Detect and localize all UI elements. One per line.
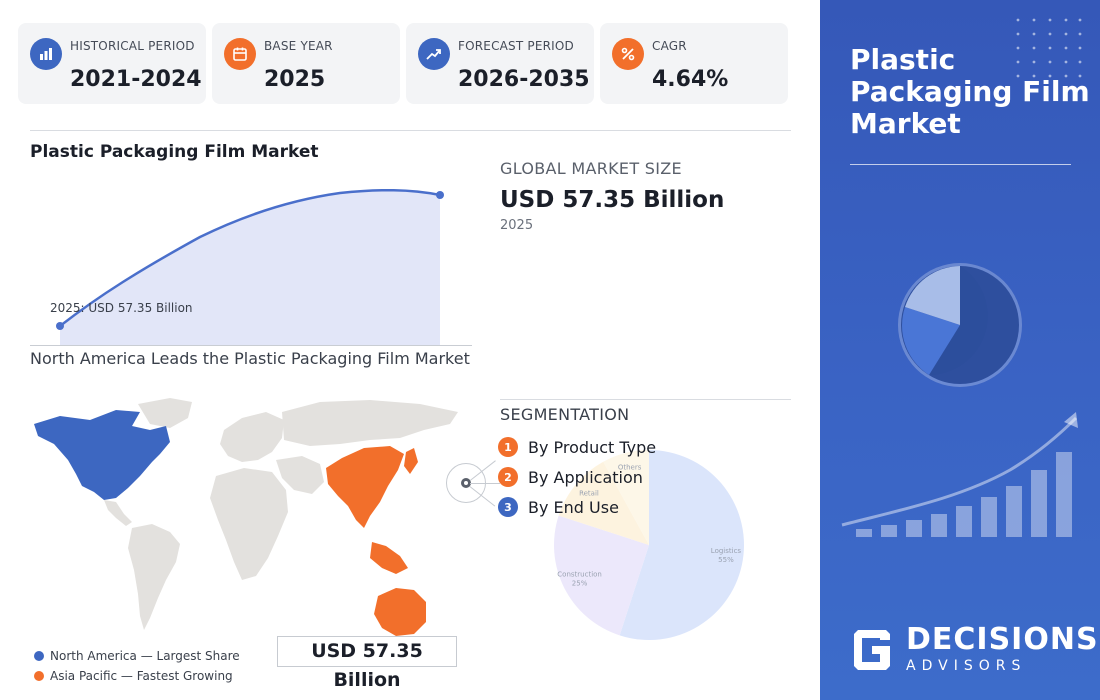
side-panel: Plastic Packaging Film Market DECISIONS bbox=[820, 0, 1100, 700]
chart-baseline bbox=[30, 345, 472, 346]
stat-card-base-year: BASE YEAR 2025 bbox=[212, 23, 400, 104]
bar-chart-icon bbox=[30, 38, 62, 70]
map-title: North America Leads the Plastic Packagin… bbox=[30, 349, 470, 368]
logo-word-primary: DECISIONS bbox=[906, 622, 1099, 657]
legend-label: North America — Largest Share bbox=[50, 649, 240, 663]
panel-title: Plastic Packaging Film Market bbox=[850, 43, 1090, 140]
stat-label: BASE YEAR bbox=[264, 39, 333, 53]
map-region-north-asia bbox=[282, 400, 458, 446]
map-legend-north-america: North America — Largest Share bbox=[34, 649, 240, 663]
trend-up-icon bbox=[418, 38, 450, 70]
stat-label: FORECAST PERIOD bbox=[458, 39, 574, 53]
map-region-japan bbox=[404, 448, 418, 474]
logo-word-secondary: ADVISORS bbox=[906, 658, 1027, 674]
stat-value: 2021-2024 bbox=[70, 67, 202, 92]
segment-application[interactable]: 2 By Application bbox=[498, 467, 643, 487]
chart-annotation: 2025: USD 57.35 Billion bbox=[50, 301, 193, 315]
map-region-greenland bbox=[138, 398, 192, 428]
map-region-africa bbox=[210, 468, 288, 580]
stat-value: 2025 bbox=[264, 67, 326, 92]
decisions-advisors-logo-icon bbox=[854, 630, 890, 670]
segment-label: By Product Type bbox=[528, 437, 657, 457]
map-legend-asia-pacific: Asia Pacific — Fastest Growing bbox=[34, 669, 233, 683]
segment-product-type[interactable]: 1 By Product Type bbox=[498, 437, 656, 457]
map-region-asia-pacific bbox=[326, 446, 404, 528]
map-region-australia bbox=[374, 588, 426, 636]
stat-label: CAGR bbox=[652, 39, 687, 53]
legend-label: Asia Pacific — Fastest Growing bbox=[50, 669, 233, 683]
area-fill bbox=[60, 190, 440, 345]
segment-end-use[interactable]: 3 By End Use bbox=[498, 497, 619, 517]
map-value-badge: USD 57.35 Billion bbox=[277, 636, 457, 691]
stat-card-cagr: CAGR 4.64% bbox=[600, 23, 788, 104]
calendar-icon bbox=[224, 38, 256, 70]
legend-dot bbox=[34, 651, 44, 661]
global-market-year: 2025 bbox=[500, 218, 534, 233]
stat-label: HISTORICAL PERIOD bbox=[70, 39, 195, 53]
segment-label: By End Use bbox=[528, 497, 619, 517]
decorative-pie-icon bbox=[898, 263, 1022, 387]
map-region-central-america bbox=[104, 500, 132, 526]
legend-dot bbox=[34, 671, 44, 681]
callout-line bbox=[470, 483, 500, 484]
map-region-south-america bbox=[128, 524, 180, 630]
percent-icon bbox=[612, 38, 644, 70]
segment-number: 2 bbox=[498, 467, 518, 487]
decorative-growth-chart-icon bbox=[841, 412, 1078, 537]
stat-value: 2026-2035 bbox=[458, 67, 590, 92]
divider bbox=[30, 130, 791, 131]
market-chart-title: Plastic Packaging Film Market bbox=[30, 142, 319, 162]
segmentation-title: SEGMENTATION bbox=[500, 405, 630, 424]
start-point bbox=[56, 322, 64, 330]
segment-label: By Application bbox=[528, 467, 643, 487]
divider bbox=[500, 399, 791, 400]
world-map bbox=[34, 398, 458, 636]
segment-number: 3 bbox=[498, 497, 518, 517]
market-line-chart: 2025: USD 57.35 Billion bbox=[50, 188, 444, 345]
stat-card-forecast-period: FORECAST PERIOD 2026-2035 bbox=[406, 23, 594, 104]
stat-value: 4.64% bbox=[652, 67, 729, 92]
panel-divider bbox=[850, 164, 1071, 165]
global-market-value: USD 57.35 Billion bbox=[500, 187, 725, 213]
brand-logo[interactable]: DECISIONS ADVISORS bbox=[850, 625, 1099, 675]
global-market-label: GLOBAL MARKET SIZE bbox=[500, 159, 682, 178]
map-region-europe bbox=[220, 412, 284, 462]
map-region-indonesia bbox=[370, 542, 408, 574]
end-point bbox=[436, 191, 444, 199]
segment-number: 1 bbox=[498, 437, 518, 457]
stat-card-historical-period: HISTORICAL PERIOD 2021-2024 bbox=[18, 23, 206, 104]
map-region-north-america bbox=[34, 410, 170, 500]
stats-row: HISTORICAL PERIOD 2021-2024 BASE YEAR 20… bbox=[18, 23, 790, 105]
